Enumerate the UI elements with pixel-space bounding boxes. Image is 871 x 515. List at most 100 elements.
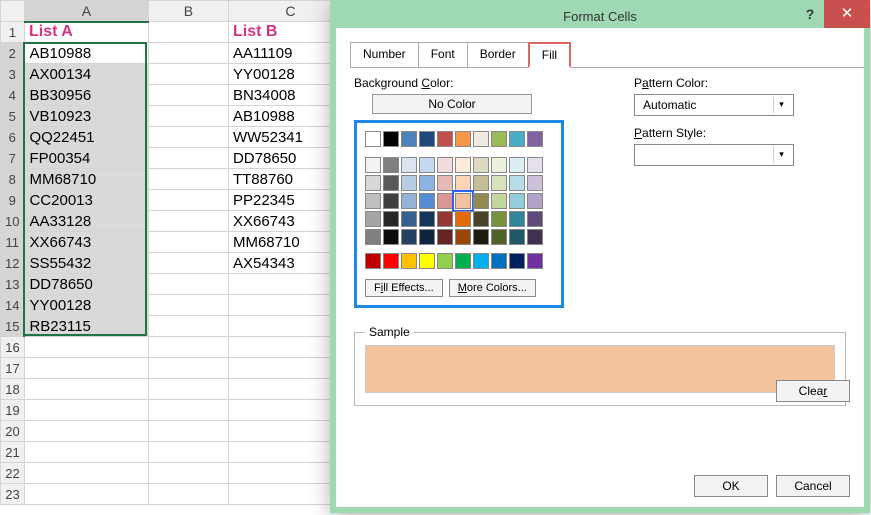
color-swatch[interactable]	[365, 253, 381, 269]
color-swatch[interactable]	[365, 157, 381, 173]
color-swatch[interactable]	[419, 211, 435, 227]
color-swatch[interactable]	[473, 131, 489, 147]
color-swatch[interactable]	[455, 229, 471, 245]
color-swatch[interactable]	[527, 175, 543, 191]
color-swatch[interactable]	[491, 157, 507, 173]
color-swatch[interactable]	[455, 193, 471, 209]
cell-B13[interactable]	[148, 274, 228, 295]
color-swatch[interactable]	[509, 253, 525, 269]
row-header-8[interactable]: 8	[1, 169, 25, 190]
color-swatch[interactable]	[383, 229, 399, 245]
color-swatch[interactable]	[491, 131, 507, 147]
color-swatch[interactable]	[527, 193, 543, 209]
row-header-21[interactable]: 21	[1, 442, 25, 463]
more-colors-button[interactable]: More Colors...	[449, 279, 536, 297]
pattern-color-combo[interactable]: Automatic ▾	[634, 94, 794, 116]
cell-B19[interactable]	[148, 400, 228, 421]
cell-B7[interactable]	[148, 148, 228, 169]
color-swatch[interactable]	[365, 193, 381, 209]
color-swatch[interactable]	[419, 193, 435, 209]
color-swatch[interactable]	[365, 229, 381, 245]
row-header-11[interactable]: 11	[1, 232, 25, 253]
color-swatch[interactable]	[473, 175, 489, 191]
cell-A4[interactable]: BB30956	[24, 85, 148, 106]
pattern-style-combo[interactable]: ▾	[634, 144, 794, 166]
cell-A9[interactable]: CC20013	[24, 190, 148, 211]
tab-border[interactable]: Border	[467, 42, 529, 67]
color-swatch[interactable]	[419, 229, 435, 245]
cell-B1[interactable]	[148, 22, 228, 43]
color-swatch[interactable]	[455, 157, 471, 173]
cell-B20[interactable]	[148, 421, 228, 442]
color-swatch[interactable]	[437, 175, 453, 191]
color-swatch[interactable]	[401, 193, 417, 209]
row-header-9[interactable]: 9	[1, 190, 25, 211]
help-button[interactable]: ?	[800, 6, 820, 22]
color-swatch[interactable]	[455, 131, 471, 147]
cell-A23[interactable]	[24, 484, 148, 505]
color-swatch[interactable]	[437, 193, 453, 209]
cell-A13[interactable]: DD78650	[24, 274, 148, 295]
row-header-13[interactable]: 13	[1, 274, 25, 295]
row-header-14[interactable]: 14	[1, 295, 25, 316]
color-swatch[interactable]	[509, 157, 525, 173]
cell-B18[interactable]	[148, 379, 228, 400]
cell-A12[interactable]: SS55432	[24, 253, 148, 274]
no-color-button[interactable]: No Color	[372, 94, 532, 114]
row-header-15[interactable]: 15	[1, 316, 25, 337]
row-header-4[interactable]: 4	[1, 85, 25, 106]
spreadsheet[interactable]: ABC1List AList B2AB10988AA111093AX00134Y…	[0, 0, 353, 505]
cell-A8[interactable]: MM68710	[24, 169, 148, 190]
cell-B5[interactable]	[148, 106, 228, 127]
cell-A1[interactable]: List A	[24, 22, 148, 43]
cell-B11[interactable]	[148, 232, 228, 253]
cell-A10[interactable]: AA33128	[24, 211, 148, 232]
row-header-22[interactable]: 22	[1, 463, 25, 484]
color-swatch[interactable]	[491, 211, 507, 227]
color-swatch[interactable]	[401, 211, 417, 227]
cell-A11[interactable]: XX66743	[24, 232, 148, 253]
row-header-12[interactable]: 12	[1, 253, 25, 274]
cell-A18[interactable]	[24, 379, 148, 400]
color-swatch[interactable]	[437, 131, 453, 147]
color-swatch[interactable]	[473, 253, 489, 269]
cell-B6[interactable]	[148, 127, 228, 148]
cell-A3[interactable]: AX00134	[24, 64, 148, 85]
tab-font[interactable]: Font	[418, 42, 468, 67]
color-swatch[interactable]	[491, 193, 507, 209]
col-header-A[interactable]: A	[24, 1, 148, 22]
cell-B8[interactable]	[148, 169, 228, 190]
cell-A19[interactable]	[24, 400, 148, 421]
cell-B16[interactable]	[148, 337, 228, 358]
color-swatch[interactable]	[491, 175, 507, 191]
color-swatch[interactable]	[455, 175, 471, 191]
color-swatch[interactable]	[527, 131, 543, 147]
color-swatch[interactable]	[455, 253, 471, 269]
color-swatch[interactable]	[473, 229, 489, 245]
clear-button[interactable]: Clear	[776, 380, 850, 402]
fill-effects-button[interactable]: Fill Effects...	[365, 279, 443, 297]
color-swatch[interactable]	[401, 131, 417, 147]
color-swatch[interactable]	[527, 229, 543, 245]
color-swatch[interactable]	[473, 157, 489, 173]
close-button[interactable]: ✕	[824, 0, 870, 28]
color-swatch[interactable]	[509, 175, 525, 191]
color-swatch[interactable]	[419, 131, 435, 147]
cell-B4[interactable]	[148, 85, 228, 106]
color-swatch[interactable]	[383, 157, 399, 173]
color-swatch[interactable]	[419, 175, 435, 191]
color-swatch[interactable]	[383, 175, 399, 191]
color-swatch[interactable]	[365, 131, 381, 147]
row-header-23[interactable]: 23	[1, 484, 25, 505]
row-header-2[interactable]: 2	[1, 43, 25, 64]
tab-fill[interactable]: Fill	[528, 42, 571, 68]
cell-B21[interactable]	[148, 442, 228, 463]
color-swatch[interactable]	[383, 131, 399, 147]
color-swatch[interactable]	[383, 253, 399, 269]
color-swatch[interactable]	[437, 157, 453, 173]
cell-B10[interactable]	[148, 211, 228, 232]
color-swatch[interactable]	[401, 175, 417, 191]
cell-A2[interactable]: AB10988	[24, 43, 148, 64]
color-swatch[interactable]	[437, 229, 453, 245]
row-header-5[interactable]: 5	[1, 106, 25, 127]
